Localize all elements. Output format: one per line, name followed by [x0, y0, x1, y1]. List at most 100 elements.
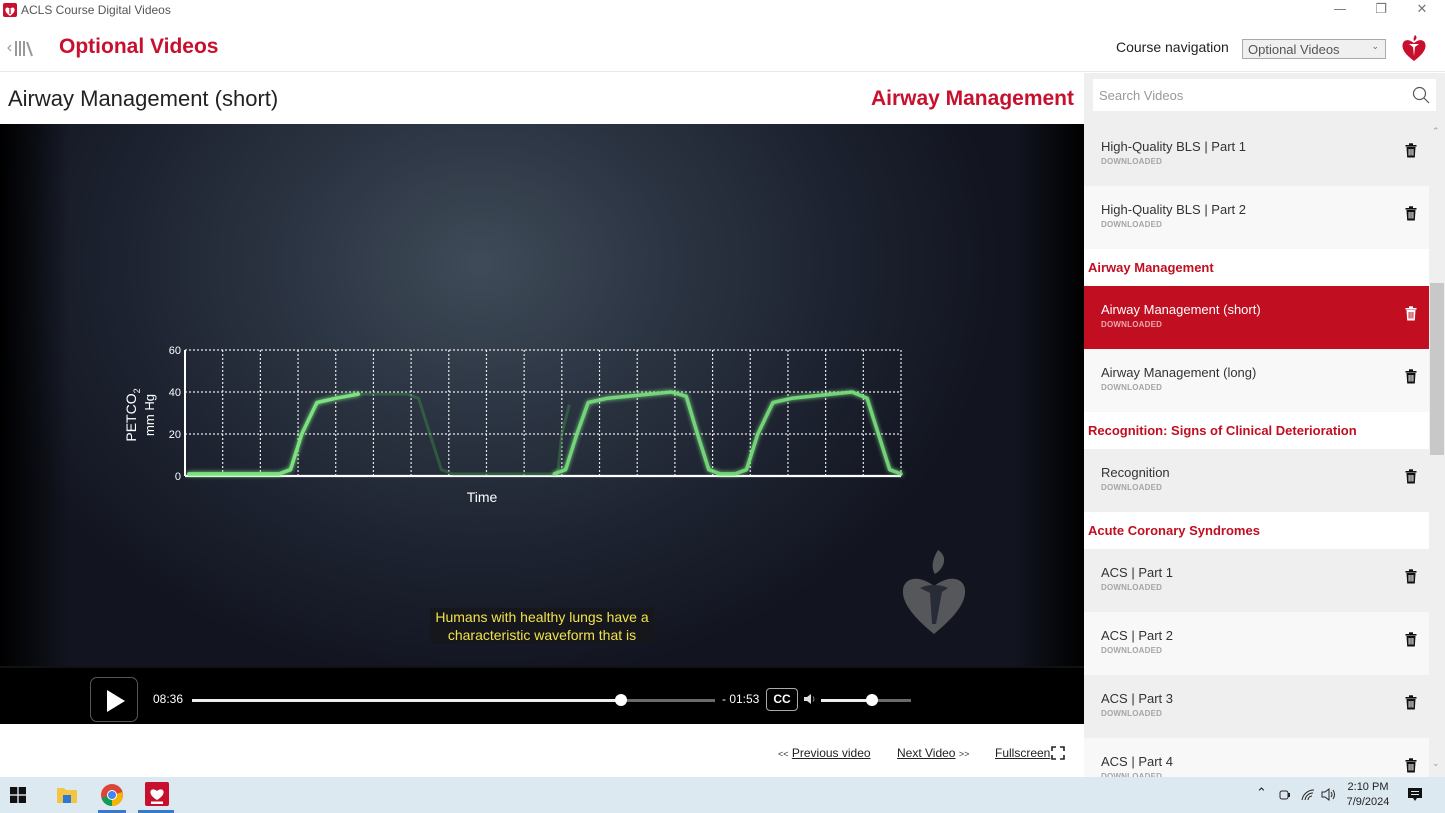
delete-trash-icon[interactable] [1405, 306, 1417, 321]
aha-logo-icon [1402, 35, 1426, 61]
video-name: ACS | Part 1 [1101, 565, 1174, 580]
video-list-item[interactable]: Airway Management (long) DOWNLOADED [1084, 349, 1429, 412]
video-list-item[interactable]: High-Quality BLS | Part 2 DOWNLOADED [1084, 186, 1429, 249]
video-title: Airway Management (short) [8, 86, 279, 111]
video-list-item[interactable]: ACS | Part 3 DOWNLOADED [1084, 675, 1429, 738]
chrome-icon[interactable] [100, 783, 124, 807]
fullscreen-icon[interactable] [1051, 746, 1065, 760]
volume-slider[interactable] [821, 694, 911, 706]
y-tick-label: 60 [169, 345, 181, 357]
closed-captions-button[interactable]: CC [766, 688, 798, 711]
y-tick-label: 0 [175, 471, 181, 483]
y-tick-label: 40 [169, 387, 181, 399]
download-status: DOWNLOADED [1101, 709, 1163, 718]
video-navigation: << Previous video Next Video >> Fullscre… [0, 724, 1084, 777]
video-name: ACS | Part 3 [1101, 691, 1174, 706]
file-explorer-icon[interactable] [57, 785, 77, 803]
fullscreen-link[interactable]: Fullscreen [995, 746, 1050, 760]
video-name: High-Quality BLS | Part 1 [1101, 139, 1246, 154]
caption-line-1: Humans with healthy lungs have a [435, 609, 649, 625]
scrollbar-thumb[interactable] [1430, 283, 1444, 455]
delete-trash-icon[interactable] [1405, 143, 1417, 158]
video-vignette-right [1014, 124, 1084, 666]
delete-trash-icon[interactable] [1405, 758, 1417, 773]
play-icon [107, 690, 125, 712]
section-header: Acute Coronary Syndromes [1084, 512, 1429, 549]
delete-trash-icon[interactable] [1405, 469, 1417, 484]
video-list-item[interactable]: ACS | Part 2 DOWNLOADED [1084, 612, 1429, 675]
sidebar-scrollbar[interactable]: ⌃ ⌄ [1429, 123, 1445, 777]
course-navigation-value: Optional Videos [1248, 42, 1340, 57]
video-list-item[interactable]: ACS | Part 4 DOWNLOADED [1084, 738, 1429, 777]
meet-camera-icon[interactable] [1279, 788, 1291, 802]
video-category: Airway Management [870, 87, 1074, 110]
clock-time: 2:10 PM [1347, 781, 1389, 793]
windows-start-icon[interactable] [10, 787, 26, 803]
scroll-down-icon[interactable]: ⌄ [1432, 759, 1440, 769]
windows-taskbar: ⌃ 2:10 PM 7/9/2024 [0, 777, 1445, 813]
next-arrows: >> [958, 749, 970, 759]
previous-video-label: Previous video [791, 746, 871, 760]
video-sidebar: Search Videos High-Quality BLS | Part 1 D… [1084, 73, 1445, 777]
video-player[interactable]: 0 20 40 60 PETCO2 mm Hg Time Humans with healt… [0, 124, 1084, 666]
seek-bar[interactable] [192, 694, 715, 706]
video-list-item[interactable]: Airway Management (short) DOWNLOADED [1084, 286, 1429, 349]
elapsed-time: 08:36 [153, 692, 184, 706]
section-title: Recognition: Signs of Clinical Deteriora… [1088, 423, 1357, 438]
close-icon: ✕ [1416, 2, 1428, 17]
course-navigation-select[interactable]: Optional Videos ⌄ [1242, 39, 1386, 59]
system-clock[interactable]: 2:10 PM 7/9/2024 [1340, 780, 1396, 810]
y-axis-unit: mm Hg [142, 394, 157, 436]
next-video-link[interactable]: Next Video >> [897, 746, 969, 760]
app-header: Optional Videos Course navigation Option… [0, 22, 1445, 72]
video-controls: 08:36 - 01:53 CC [0, 666, 1084, 724]
delete-trash-icon[interactable] [1405, 695, 1417, 710]
wifi-icon[interactable] [1301, 789, 1315, 801]
volume-handle[interactable] [866, 694, 879, 706]
video-title-bar: Airway Management (short) Airway Managem… [0, 73, 1084, 124]
video-list: High-Quality BLS | Part 1 DOWNLOADED High-… [1084, 123, 1429, 777]
window-title: ACLS Course Digital Videos [21, 3, 171, 17]
scroll-up-icon[interactable]: ⌃ [1432, 127, 1440, 137]
app-icon [3, 3, 17, 17]
download-status: DOWNLOADED [1101, 320, 1163, 329]
video-name: Airway Management (short) [1101, 302, 1261, 317]
restore-icon: ❐ [1375, 2, 1387, 17]
delete-trash-icon[interactable] [1405, 569, 1417, 584]
video-list-item[interactable]: High-Quality BLS | Part 1 DOWNLOADED [1084, 123, 1429, 186]
video-name: ACS | Part 2 [1101, 628, 1174, 643]
acls-app-icon[interactable] [145, 782, 169, 806]
delete-trash-icon[interactable] [1405, 369, 1417, 384]
section-header: Airway Management [1084, 249, 1429, 286]
page-title: Optional Videos [59, 35, 219, 58]
video-list-item[interactable]: ACS | Part 1 DOWNLOADED [1084, 549, 1429, 612]
seek-bar-handle[interactable] [614, 694, 627, 706]
previous-video-link[interactable]: << Previous video [778, 746, 871, 760]
window-title-bar: ACLS Course Digital Videos — ❐ ✕ [0, 0, 1445, 22]
minimize-button[interactable]: — [1319, 0, 1361, 22]
video-vignette-left [0, 124, 70, 666]
closed-caption: Humans with healthy lungs have a charact… [430, 608, 654, 644]
close-button[interactable]: ✕ [1401, 0, 1443, 22]
volume-icon[interactable] [803, 692, 817, 706]
library-back-icon[interactable] [6, 39, 36, 57]
download-status: DOWNLOADED [1101, 483, 1163, 492]
speaker-icon[interactable] [1321, 788, 1337, 801]
y-axis-title: PETCO2 [123, 388, 142, 441]
remaining-time: - 01:53 [722, 692, 760, 706]
delete-trash-icon[interactable] [1405, 632, 1417, 647]
play-button[interactable] [90, 677, 138, 722]
show-hidden-icons-icon[interactable]: ⌃ [1256, 786, 1267, 801]
section-title: Airway Management [1088, 260, 1214, 275]
notifications-icon[interactable] [1407, 787, 1423, 803]
search-icon[interactable] [1412, 86, 1430, 104]
search-videos-input[interactable]: Search Videos [1093, 79, 1436, 111]
x-axis-label: Time [467, 489, 498, 505]
video-name: ACS | Part 4 [1101, 754, 1174, 769]
capnography-chart: 0 20 40 60 PETCO2mm Hg Time [123, 345, 903, 505]
video-name: Airway Management (long) [1101, 365, 1257, 380]
delete-trash-icon[interactable] [1405, 206, 1417, 221]
restore-button[interactable]: ❐ [1360, 0, 1402, 22]
y-axis-label: PETCO2mm Hg [123, 388, 157, 441]
video-list-item[interactable]: Recognition DOWNLOADED [1084, 449, 1429, 512]
